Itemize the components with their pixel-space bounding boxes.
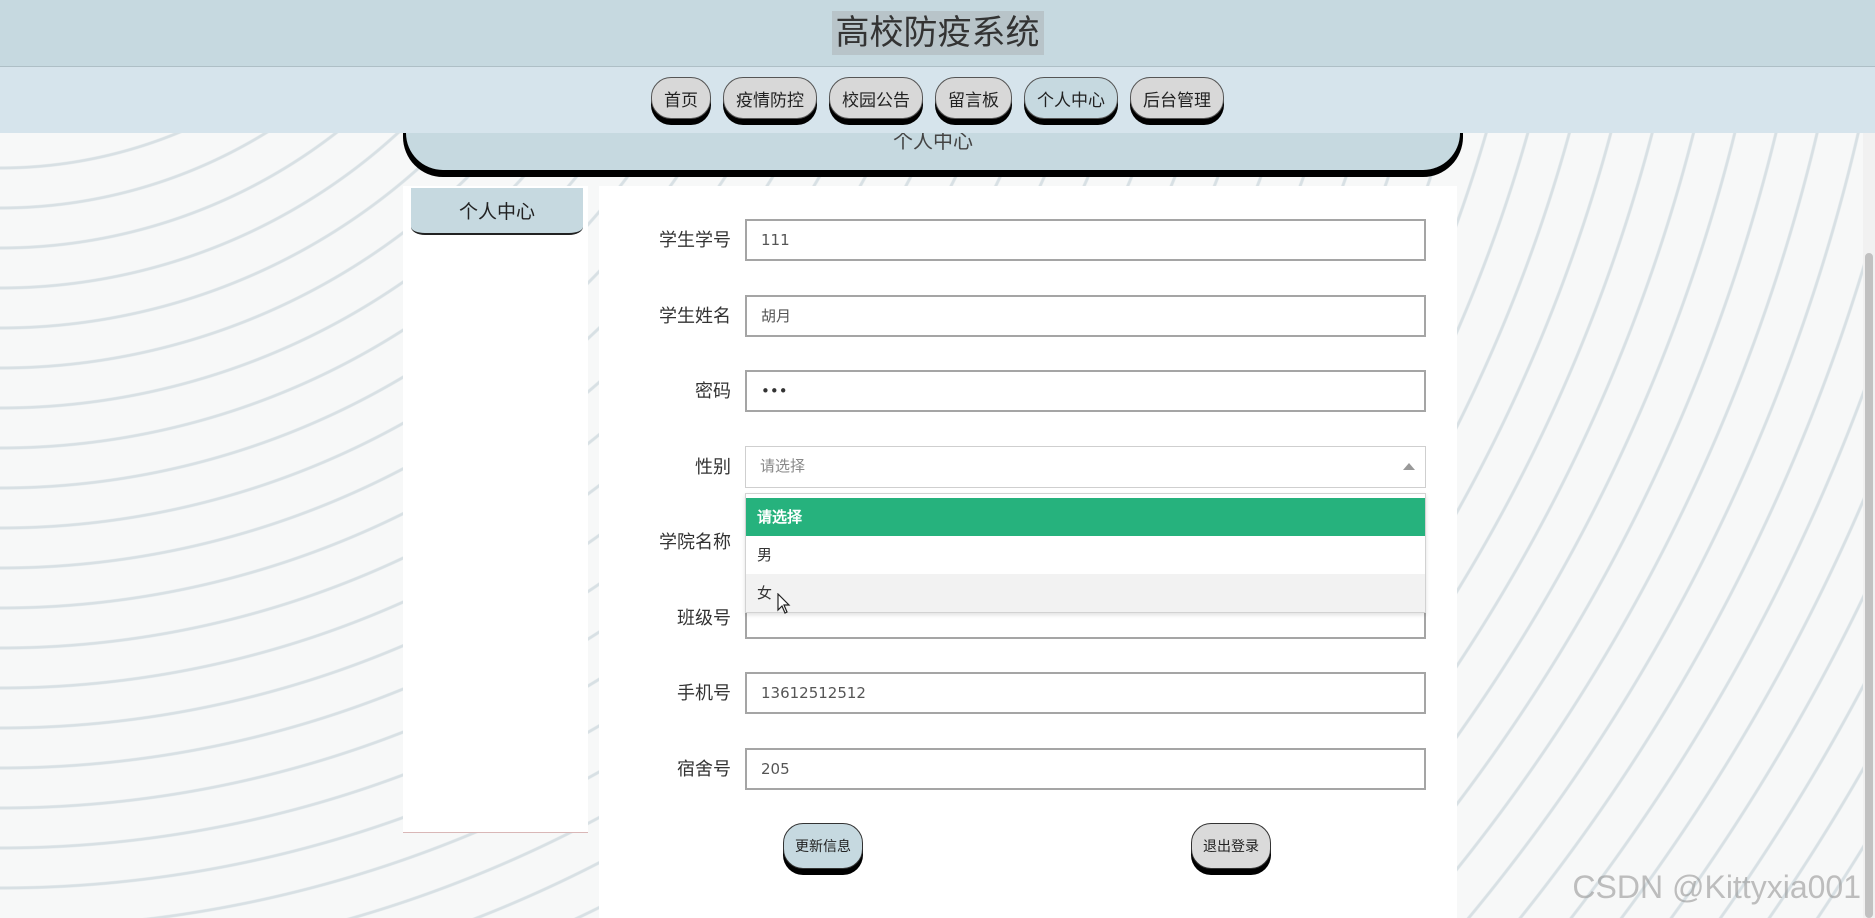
form-row-student-id: 学生学号 111 <box>599 219 1457 263</box>
student-id-input[interactable]: 111 <box>745 219 1426 261</box>
nav-home[interactable]: 首页 <box>651 77 711 119</box>
sidebar-item-personal-center[interactable]: 个人中心 <box>411 188 583 235</box>
update-info-button[interactable]: 更新信息 <box>783 823 863 869</box>
caret-up-icon <box>1403 463 1415 470</box>
class-no-label: 班级号 <box>677 608 731 629</box>
student-name-input[interactable]: 胡月 <box>745 295 1426 337</box>
dorm-label: 宿舍号 <box>677 759 731 780</box>
gender-dropdown: 请选择 男 女 <box>745 493 1426 613</box>
site-header: 高校防疫系统 <box>0 0 1875 67</box>
nav-epidemic-control[interactable]: 疫情防控 <box>723 77 817 119</box>
nav-message-board[interactable]: 留言板 <box>935 77 1012 119</box>
phone-input[interactable]: 13612512512 <box>745 672 1426 714</box>
student-name-label: 学生姓名 <box>659 306 731 327</box>
student-id-label: 学生学号 <box>659 230 731 251</box>
logout-button[interactable]: 退出登录 <box>1191 823 1271 869</box>
page-scrollbar[interactable] <box>1863 133 1875 918</box>
form-row-phone: 手机号 13612512512 <box>599 672 1457 716</box>
phone-label: 手机号 <box>677 683 731 704</box>
gender-option-female[interactable]: 女 <box>746 574 1425 612</box>
watermark: CSDN @Kittyxia001 <box>1572 869 1861 905</box>
mouse-cursor-icon <box>777 593 791 614</box>
site-title: 高校防疫系统 <box>831 11 1044 55</box>
nav-campus-notice[interactable]: 校园公告 <box>829 77 923 119</box>
sidebar: 个人中心 <box>403 186 588 833</box>
password-input[interactable]: ••• <box>745 370 1426 412</box>
profile-form: 学生学号 111 学生姓名 胡月 密码 ••• 性别 请选择 学院名称 班级号 … <box>599 186 1457 918</box>
gender-select-placeholder: 请选择 <box>760 457 806 475</box>
form-row-dorm: 宿舍号 205 <box>599 748 1457 792</box>
nav-admin[interactable]: 后台管理 <box>1130 77 1224 119</box>
gender-option-male[interactable]: 男 <box>746 536 1425 574</box>
nav-personal-center[interactable]: 个人中心 <box>1024 77 1118 119</box>
dorm-input[interactable]: 205 <box>745 748 1426 790</box>
gender-label: 性别 <box>695 457 731 478</box>
gender-select[interactable]: 请选择 <box>745 446 1426 488</box>
gender-option-placeholder[interactable]: 请选择 <box>746 498 1425 536</box>
form-row-student-name: 学生姓名 胡月 <box>599 295 1457 339</box>
password-label: 密码 <box>695 381 731 402</box>
scrollbar-thumb[interactable] <box>1865 253 1873 918</box>
main-nav: 首页 疫情防控 校园公告 留言板 个人中心 后台管理 <box>0 67 1875 133</box>
form-row-password: 密码 ••• <box>599 370 1457 414</box>
form-row-gender: 性别 请选择 <box>599 446 1457 490</box>
college-label: 学院名称 <box>659 532 731 553</box>
